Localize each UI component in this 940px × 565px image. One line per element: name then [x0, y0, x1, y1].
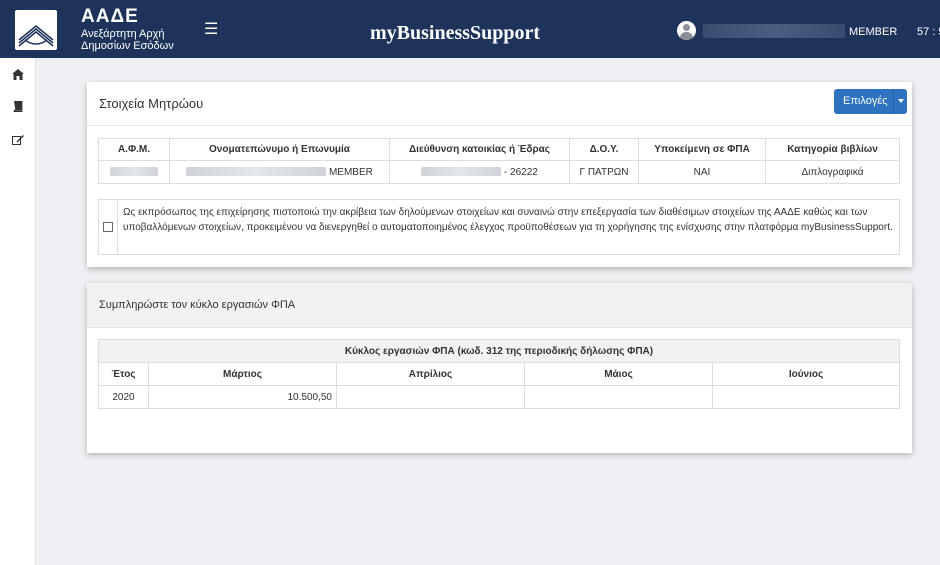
chevron-down-icon[interactable]: [893, 89, 907, 114]
may-input[interactable]: [524, 385, 713, 409]
consent-checkbox-cell: [99, 200, 118, 254]
session-timer: 57 : 5: [917, 26, 940, 38]
vat-cell: ΝΑΙ: [638, 160, 766, 184]
vat-cycle-table: Κύκλος εργασιών ΦΠΑ (κωδ. 312 της περιοδ…: [98, 339, 900, 409]
col-march: Μάρτιος: [148, 362, 337, 386]
user-avatar-icon[interactable]: [677, 21, 696, 40]
app-title: myBusinessSupport: [370, 22, 541, 44]
table-caption-row: Κύκλος εργασιών ΦΠΑ (κωδ. 312 της περιοδ…: [98, 339, 900, 363]
address-cell: - 26222: [389, 160, 570, 184]
col-april: Απρίλιος: [336, 362, 525, 386]
table-header-row: Έτος Μάρτιος Απρίλιος Μάιος Ιούνιος: [98, 362, 900, 386]
table-row: MEMBER - 26222 Γ ΠΑΤΡΩΝ ΝΑΙ Διπλογραφικά: [98, 160, 900, 184]
top-bar: ΑΑΔΕ Ανεξάρτητη Αρχή Δημοσίων Εσόδων ☰ m…: [0, 0, 940, 58]
march-input[interactable]: 10.500,50: [148, 385, 337, 409]
book-icon[interactable]: [11, 100, 25, 115]
name-cell: MEMBER: [169, 160, 390, 184]
col-year: Έτος: [98, 362, 149, 386]
org-short-name: ΑΑΔΕ: [81, 6, 139, 27]
col-doy: Δ.Ο.Υ.: [569, 138, 639, 161]
books-cell: Διπλογραφικά: [765, 160, 900, 184]
sidebar: [0, 58, 36, 565]
redacted-address: [421, 167, 502, 177]
consent-box: Ως εκπρόσωπος της επιχείρησης πιστοποιώ …: [98, 199, 900, 255]
col-vat: Υποκείμενη σε ΦΠΑ: [638, 138, 766, 161]
options-label: Επιλογές: [843, 95, 888, 107]
options-dropdown-button[interactable]: Επιλογές: [834, 89, 907, 114]
aade-logo: [15, 10, 57, 50]
registry-card: Στοιχεία Μητρώου Επιλογές Α.Φ.Μ. Ονοματε…: [87, 82, 912, 267]
registry-table: Α.Φ.Μ. Ονοματεπώνυμο ή Επωνυμία Διεύθυνσ…: [98, 138, 900, 184]
redacted-afm: [110, 167, 158, 177]
menu-icon[interactable]: ☰: [204, 19, 218, 39]
registry-card-header: Στοιχεία Μητρώου Επιλογές: [87, 82, 912, 126]
col-june: Ιούνιος: [712, 362, 900, 386]
april-input[interactable]: [336, 385, 525, 409]
org-full-name-line1: Ανεξάρτητη Αρχή: [81, 28, 165, 40]
doy-cell: Γ ΠΑΤΡΩΝ: [569, 160, 639, 184]
june-input[interactable]: [712, 385, 900, 409]
vat-cycle-caption: Κύκλος εργασιών ΦΠΑ (κωδ. 312 της περιοδ…: [98, 339, 900, 363]
afm-cell: [98, 160, 170, 184]
redacted-name: [186, 167, 327, 177]
table-header-row: Α.Φ.Μ. Ονοματεπώνυμο ή Επωνυμία Διεύθυνσ…: [98, 138, 900, 161]
consent-text: Ως εκπρόσωπος της επιχείρησης πιστοποιώ …: [123, 207, 893, 233]
col-may: Μάιος: [524, 362, 713, 386]
vat-cycle-title: Συμπληρώστε τον κύκλο εργασιών ΦΠΑ: [99, 299, 296, 311]
edit-icon[interactable]: [11, 134, 25, 148]
registry-title: Στοιχεία Μητρώου: [99, 96, 204, 111]
vat-cycle-card: Συμπληρώστε τον κύκλο εργασιών ΦΠΑ Κύκλο…: [87, 283, 912, 453]
home-icon[interactable]: [11, 69, 25, 83]
table-row: 2020 10.500,50: [98, 385, 900, 409]
year-cell: 2020: [98, 385, 149, 409]
address-postcode: - 26222: [503, 166, 538, 178]
vat-cycle-card-header: Συμπληρώστε τον κύκλο εργασιών ΦΠΑ: [87, 283, 912, 328]
consent-checkbox[interactable]: [103, 222, 113, 232]
col-books: Κατηγορία βιβλίων: [765, 138, 900, 161]
col-address: Διεύθυνση κατοικίας ή Έδρας: [389, 138, 570, 161]
col-afm: Α.Φ.Μ.: [98, 138, 170, 161]
col-name: Ονοματεπώνυμο ή Επωνυμία: [169, 138, 390, 161]
user-role: MEMBER: [849, 26, 898, 38]
name-suffix: MEMBER: [328, 166, 373, 178]
redacted-username: [703, 24, 845, 38]
org-full-name-line2: Δημοσίων Εσόδων: [81, 40, 174, 52]
